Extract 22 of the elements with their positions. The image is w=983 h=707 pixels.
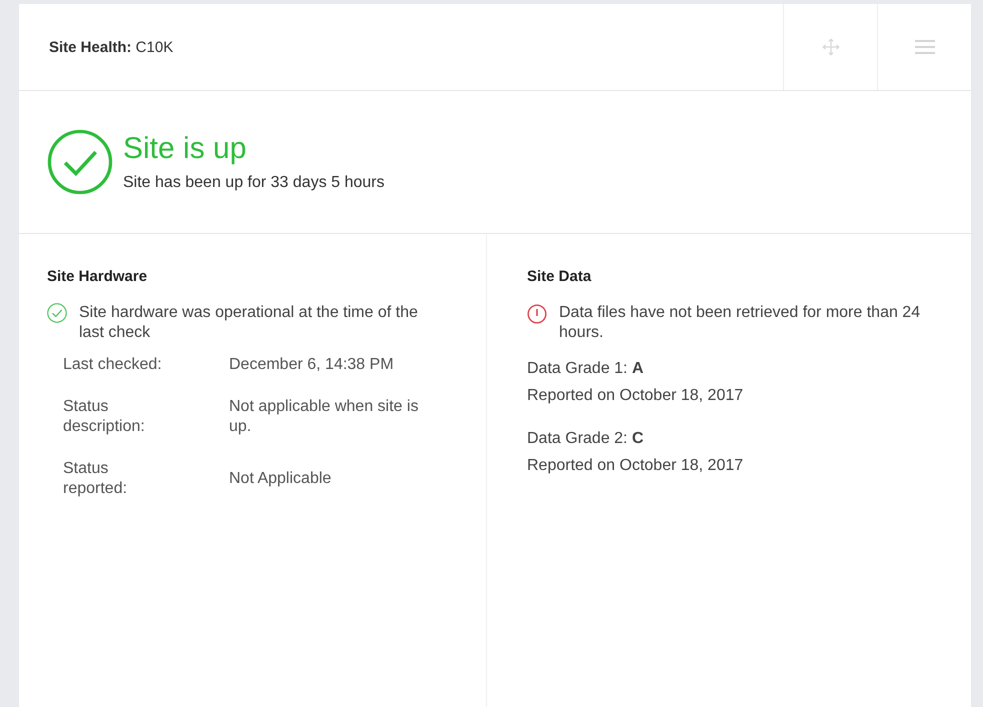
move-icon: [822, 38, 840, 56]
section-title: Site Data: [527, 268, 592, 285]
menu-icon: [914, 39, 934, 55]
detail-value: Not Applicable: [229, 469, 332, 489]
check-circle-icon: [47, 129, 113, 195]
detail-label: Status reported:: [63, 459, 128, 499]
section-title: Site Hardware: [47, 268, 148, 285]
data-notice: Data files have not been retrieved for more than 24 hours.: [559, 303, 922, 343]
data-grade: Data Grade 1: A: [527, 359, 645, 379]
report-date: Reported on October 18, 2017: [527, 456, 744, 476]
alert-icon: [527, 304, 547, 324]
widget-title: Site Health: C10K: [48, 38, 174, 56]
status-detail: Site has been up for 33 days 5 hours: [123, 174, 385, 192]
data-grade: Data Grade 2: C: [527, 429, 645, 449]
check-circle-icon: [47, 303, 67, 323]
hardware-notice: Site hardware was operational at the time of the last check: [79, 303, 419, 343]
detail-label: Status description:: [63, 397, 146, 437]
detail-value: Not applicable when site is up.: [229, 397, 420, 437]
detail-label: Last checked:: [63, 355, 163, 375]
status-headline: Site is up: [123, 132, 248, 166]
report-date: Reported on October 18, 2017: [527, 386, 744, 406]
detail-value: December 6, 14:38 PM: [229, 355, 395, 375]
